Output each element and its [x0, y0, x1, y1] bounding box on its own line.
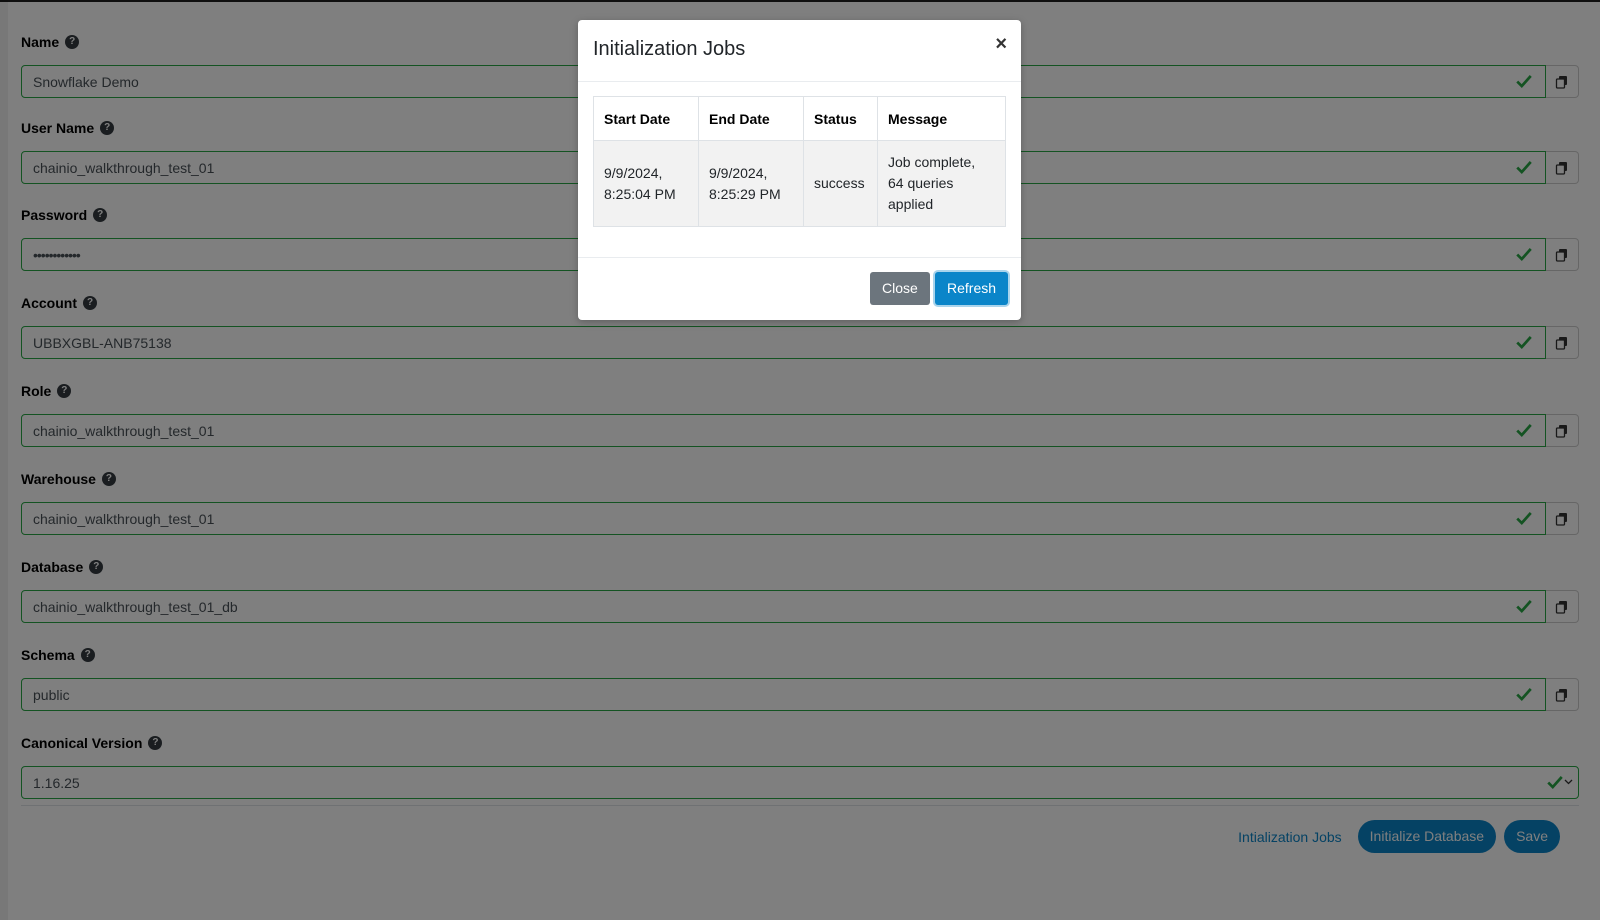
- cell-status: success: [803, 140, 878, 227]
- cell-message: Job complete, 64 queries applied: [877, 140, 1006, 227]
- close-button[interactable]: Close: [870, 272, 930, 305]
- column-header-end-date: End Date: [698, 96, 804, 141]
- jobs-table: Start Date End Date Status Message 9/9/2…: [593, 96, 1006, 227]
- cell-end-date: 9/9/2024, 8:25:29 PM: [698, 140, 804, 227]
- start-date-line: 9/9/2024,: [604, 164, 663, 181]
- start-time-line: 8:25:04 PM: [604, 185, 676, 202]
- backdrop-edge: [0, 0, 8, 920]
- message-line: applied: [888, 196, 934, 212]
- end-time-line: 8:25:29 PM: [709, 185, 781, 202]
- refresh-button[interactable]: Refresh: [935, 272, 1009, 305]
- modal-header: Initialization Jobs ×: [578, 20, 1021, 82]
- modal-footer: Close Refresh: [578, 257, 1021, 321]
- cell-start-date: 9/9/2024, 8:25:04 PM: [593, 140, 699, 227]
- end-date-line: 9/9/2024,: [709, 164, 768, 181]
- initialization-jobs-modal: Initialization Jobs × Start Date End Dat…: [578, 20, 1021, 320]
- message-line: 64 queries: [888, 175, 954, 191]
- column-header-status: Status: [803, 96, 878, 141]
- message-line: Job complete,: [888, 154, 976, 170]
- close-icon[interactable]: ×: [995, 34, 1007, 54]
- column-header-start-date: Start Date: [593, 96, 699, 141]
- table-row: 9/9/2024, 8:25:04 PM 9/9/2024, 8:25:29 P…: [593, 140, 1006, 227]
- table-header-row: Start Date End Date Status Message: [593, 96, 1006, 141]
- modal-title: Initialization Jobs: [593, 38, 746, 60]
- column-header-message: Message: [877, 96, 1006, 141]
